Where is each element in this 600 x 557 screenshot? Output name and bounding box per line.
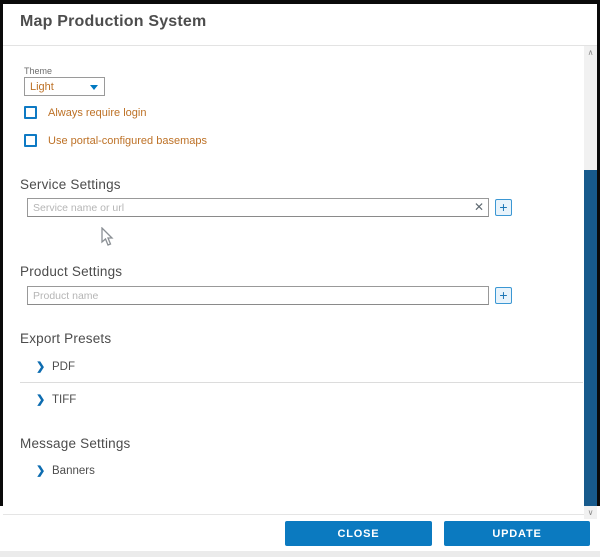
preset-divider (20, 382, 583, 383)
service-name-input[interactable] (27, 198, 489, 217)
always-require-login-checkbox[interactable] (24, 106, 37, 119)
update-button[interactable]: UPDATE (444, 521, 590, 546)
add-product-button[interactable]: + (495, 287, 512, 304)
chevron-right-icon: ❯ (36, 393, 45, 406)
always-require-login-label: Always require login (48, 107, 146, 119)
portal-basemaps-checkbox[interactable] (24, 134, 37, 147)
portal-basemaps-label: Use portal-configured basemaps (48, 135, 207, 147)
dialog-title: Map Production System (20, 13, 206, 31)
service-settings-heading: Service Settings (20, 177, 121, 192)
footer-divider (3, 514, 597, 515)
frame-top (0, 0, 600, 4)
banners-label: Banners (52, 465, 95, 477)
theme-dropdown-value: Light (30, 81, 54, 93)
product-settings-heading: Product Settings (20, 264, 122, 279)
tiff-preset-label: TIFF (52, 394, 76, 406)
frame-bottom (0, 551, 600, 557)
scroll-down-icon[interactable]: ∨ (584, 506, 597, 519)
caret-down-icon (90, 85, 98, 90)
scroll-up-icon[interactable]: ∧ (584, 46, 597, 59)
theme-dropdown[interactable]: Light (24, 77, 105, 96)
close-button[interactable]: CLOSE (285, 521, 432, 546)
map-production-system-dialog: Map Production System Theme Light Always… (0, 0, 600, 557)
export-presets-heading: Export Presets (20, 331, 111, 346)
title-divider (3, 45, 597, 46)
add-service-button[interactable]: + (495, 199, 512, 216)
message-settings-heading: Message Settings (20, 436, 131, 451)
clear-icon[interactable]: ✕ (471, 199, 487, 216)
chevron-right-icon: ❯ (36, 360, 45, 373)
scrollbar-thumb[interactable] (584, 170, 597, 506)
product-name-input[interactable] (27, 286, 489, 305)
pdf-preset-label: PDF (52, 361, 75, 373)
scrollbar-track[interactable]: ∧ ∨ (584, 46, 597, 519)
frame-left (0, 0, 3, 506)
mouse-cursor-icon (101, 227, 115, 247)
theme-label: Theme (24, 66, 52, 76)
chevron-right-icon: ❯ (36, 464, 45, 477)
